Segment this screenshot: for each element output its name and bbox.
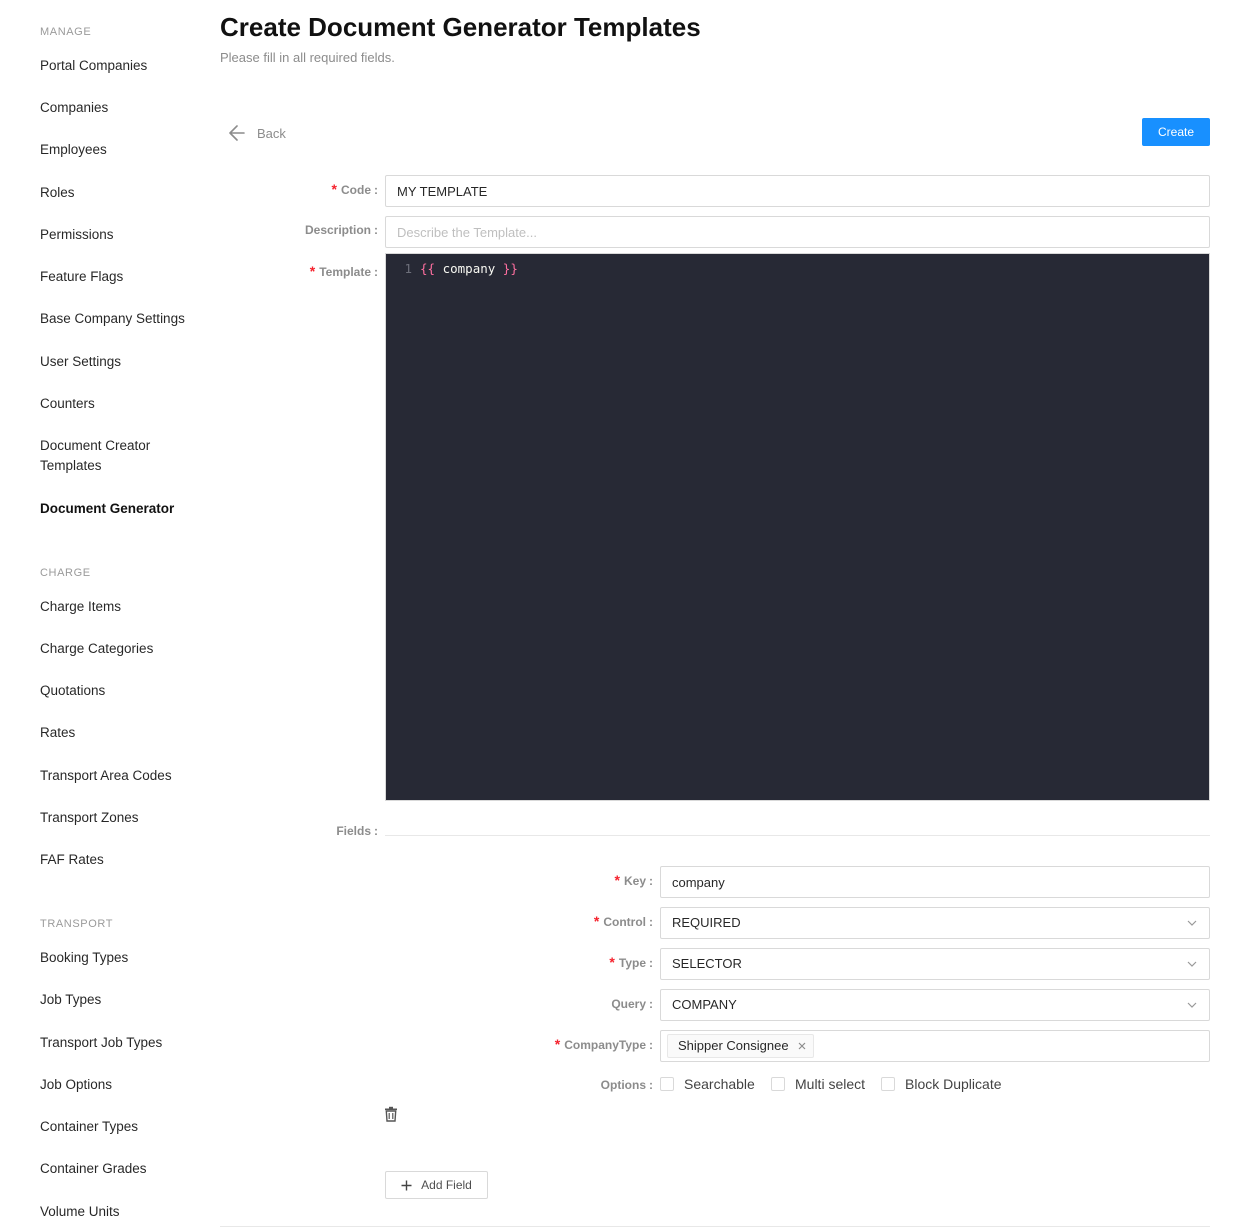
description-label: Description: <box>304 223 378 237</box>
trash-icon[interactable] <box>384 1106 398 1122</box>
control-select-value: REQUIRED <box>672 915 741 930</box>
sidebar-item-charge-categories[interactable]: Charge Categories <box>40 639 200 659</box>
checkbox-box[interactable] <box>881 1077 895 1091</box>
sidebar-item-rates[interactable]: Rates <box>40 723 200 743</box>
required-mark: * <box>331 181 337 197</box>
code-text: {{ company }} <box>420 260 518 276</box>
sidebar-item-counters[interactable]: Counters <box>40 394 200 414</box>
query-select[interactable]: COMPANY <box>660 989 1210 1021</box>
chevron-down-icon <box>1187 920 1197 926</box>
sidebar-item-permissions[interactable]: Permissions <box>40 225 200 245</box>
query-select-value: COMPANY <box>672 997 737 1012</box>
sidebar-item-employees[interactable]: Employees <box>40 140 200 160</box>
sidebar-item-feature-flags[interactable]: Feature Flags <box>40 267 200 287</box>
company-type-tag: Shipper Consignee <box>667 1034 814 1058</box>
required-mark: * <box>554 1036 561 1052</box>
fields-label: Fields: <box>336 824 378 838</box>
checkbox-box[interactable] <box>660 1077 674 1091</box>
fields-divider <box>385 835 1210 836</box>
sidebar-item-job-types[interactable]: Job Types <box>40 990 200 1010</box>
arrow-left-icon <box>228 124 246 142</box>
sidebar-item-base-company-settings[interactable]: Base Company Settings <box>40 309 200 329</box>
close-icon[interactable] <box>797 1041 807 1051</box>
sidebar-item-user-settings[interactable]: User Settings <box>40 352 200 372</box>
checkbox-label: Searchable <box>684 1076 755 1092</box>
key-label: * Key: <box>614 872 653 888</box>
sidebar-item-transport-zones[interactable]: Transport Zones <box>40 808 200 828</box>
checkbox-box[interactable] <box>771 1077 785 1091</box>
back-button[interactable]: Back <box>228 122 286 144</box>
control-select[interactable]: REQUIRED <box>660 907 1210 939</box>
checkbox-label: Block Duplicate <box>905 1076 1002 1092</box>
sidebar-item-portal-companies[interactable]: Portal Companies <box>40 56 200 76</box>
required-mark: * <box>609 954 615 970</box>
template-code-editor[interactable]: 1 {{ company }} <box>385 253 1210 801</box>
sidebar-item-roles[interactable]: Roles <box>40 183 200 203</box>
description-input[interactable] <box>385 216 1210 248</box>
add-field-label: Add Field <box>421 1178 472 1192</box>
query-label: Query: <box>611 997 653 1011</box>
code-input[interactable] <box>385 175 1210 207</box>
sidebar-item-container-types[interactable]: Container Types <box>40 1117 200 1137</box>
sidebar-item-volume-units[interactable]: Volume Units <box>40 1202 200 1222</box>
page-subtitle: Please fill in all required fields. <box>220 50 395 65</box>
sidebar-section-manage: MANAGE <box>40 26 92 38</box>
multi-select-checkbox[interactable]: Multi select <box>771 1076 865 1092</box>
line-number: 1 <box>404 260 412 276</box>
form-bottom-divider <box>220 1226 1210 1227</box>
sidebar-item-transport-area-codes[interactable]: Transport Area Codes <box>40 766 200 786</box>
type-select[interactable]: SELECTOR <box>660 948 1210 980</box>
back-button-label: Back <box>257 125 286 141</box>
key-input[interactable] <box>660 866 1210 898</box>
template-label: * Template: <box>309 263 378 279</box>
company-type-multiselect[interactable]: Shipper Consignee <box>660 1030 1210 1062</box>
control-label: * Control: <box>593 913 653 929</box>
code-line: 1 {{ company }} <box>386 259 518 277</box>
sidebar-item-faf-rates[interactable]: FAF Rates <box>40 850 200 870</box>
code-label: * Code: <box>331 181 378 197</box>
create-button[interactable]: Create <box>1142 118 1210 146</box>
sidebar: MANAGE Portal Companies Companies Employ… <box>0 0 205 1231</box>
required-mark: * <box>593 913 600 929</box>
block-duplicate-checkbox[interactable]: Block Duplicate <box>881 1076 1002 1092</box>
sidebar-section-transport: TRANSPORT <box>40 918 114 930</box>
type-select-value: SELECTOR <box>672 956 742 971</box>
sidebar-item-booking-types[interactable]: Booking Types <box>40 948 200 968</box>
required-mark: * <box>309 263 316 279</box>
sidebar-item-companies[interactable]: Companies <box>40 98 200 118</box>
searchable-checkbox[interactable]: Searchable <box>660 1076 755 1092</box>
sidebar-item-job-options[interactable]: Job Options <box>40 1075 200 1095</box>
company-type-label: * CompanyType: <box>554 1036 653 1052</box>
company-type-tag-label: Shipper Consignee <box>678 1038 789 1053</box>
sidebar-item-quotations[interactable]: Quotations <box>40 681 200 701</box>
sidebar-section-charge: CHARGE <box>40 567 91 579</box>
sidebar-item-document-generator[interactable]: Document Generator <box>40 499 200 519</box>
sidebar-item-transport-job-types[interactable]: Transport Job Types <box>40 1033 200 1053</box>
checkbox-label: Multi select <box>795 1076 866 1092</box>
plus-icon <box>401 1180 412 1190</box>
sidebar-item-container-grades[interactable]: Container Grades <box>40 1159 200 1179</box>
page-title: Create Document Generator Templates <box>220 12 701 42</box>
sidebar-item-charge-items[interactable]: Charge Items <box>40 597 200 617</box>
required-mark: * <box>614 872 620 888</box>
chevron-down-icon <box>1187 961 1197 967</box>
sidebar-item-document-creator-templates[interactable]: Document Creator Templates <box>40 436 180 476</box>
type-label: * Type: <box>609 954 653 970</box>
chevron-down-icon <box>1187 1002 1197 1008</box>
options-label: Options: <box>600 1078 653 1092</box>
add-field-button[interactable]: Add Field <box>385 1171 488 1199</box>
